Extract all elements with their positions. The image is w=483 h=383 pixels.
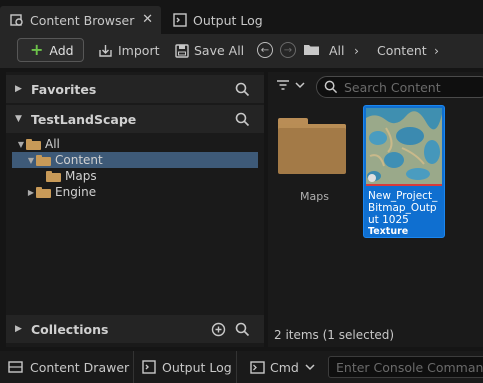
tab-content-browser[interactable]: Content Browser ✕ — [0, 6, 161, 34]
save-all-label: Save All — [194, 43, 245, 58]
item-count-status: 2 items (1 selected) — [274, 328, 395, 342]
cmd-dropdown[interactable]: Cmd — [250, 351, 316, 383]
tree-item-label: Maps — [65, 169, 97, 183]
filter-icon — [277, 80, 289, 90]
content-drawer-button[interactable]: Content Drawer — [8, 351, 129, 383]
filter-button[interactable] — [276, 79, 306, 91]
collections-header[interactable]: ▶ Collections — [6, 315, 264, 343]
add-label: Add — [49, 42, 74, 58]
tree-item-label: Engine — [55, 185, 97, 199]
tree-item-content[interactable]: ▼ Content — [12, 152, 258, 168]
folder-icon — [36, 186, 51, 198]
folder-icon — [278, 124, 346, 174]
search-icon — [324, 80, 338, 94]
console-placeholder: Enter Console Command — [336, 359, 483, 375]
output-log-button[interactable]: Output Log — [142, 351, 232, 383]
tab-output-log[interactable]: Output Log — [163, 6, 293, 34]
output-log-label: Output Log — [162, 359, 232, 375]
chevron-down-icon: ▼ — [15, 114, 22, 124]
close-tab-icon[interactable]: ✕ — [142, 12, 153, 27]
folder-open-icon — [36, 154, 51, 166]
tab-bar: Content Browser ✕ Output Log — [0, 0, 483, 36]
content-browser-icon — [10, 13, 24, 27]
content-drawer-label: Content Drawer — [30, 359, 130, 375]
project-title: TestLandScape — [31, 111, 137, 127]
search-icon[interactable] — [235, 322, 250, 340]
plus-icon: + — [30, 40, 44, 59]
asset-view-panel: Search Content Maps New_Project_Bitmap_O… — [268, 72, 483, 347]
import-button[interactable]: Import — [98, 43, 160, 58]
import-icon — [99, 44, 112, 57]
search-placeholder: Search Content — [344, 79, 441, 95]
chevron-right-icon: ▶ — [15, 324, 22, 334]
chevron-down-icon: ▼ — [17, 139, 25, 149]
import-label: Import — [118, 43, 160, 58]
content-drawer-icon — [8, 361, 23, 373]
chevron-down-icon — [295, 82, 305, 89]
search-icon[interactable] — [235, 82, 250, 100]
chevron-down-icon: ▼ — [27, 155, 35, 165]
forward-arrow-icon[interactable]: → — [280, 42, 296, 58]
back-arrow-icon[interactable]: ← — [257, 42, 273, 58]
chevron-right-icon: ▶ — [15, 84, 22, 94]
add-button[interactable]: + Add — [17, 38, 84, 62]
favorites-header[interactable]: ▶ Favorites — [6, 75, 264, 103]
project-header[interactable]: ▼ TestLandScape — [6, 105, 264, 133]
breadcrumb-separator-icon: › — [434, 43, 439, 58]
chevron-right-icon: ▶ — [27, 187, 35, 197]
folder-icon — [46, 170, 61, 182]
folder-open-icon — [26, 138, 41, 150]
breadcrumb-all[interactable]: All — [329, 43, 345, 58]
folder-icon — [303, 43, 325, 56]
folder-tree: ▼ All ▼ Content Maps ▶ Engine — [12, 134, 258, 309]
search-input[interactable]: Search Content — [316, 76, 483, 98]
texture-thumbnail — [366, 108, 442, 184]
favorites-title: Favorites — [31, 81, 97, 97]
save-icon — [175, 43, 189, 58]
folder-maps-label: Maps — [300, 190, 329, 203]
tree-item-engine[interactable]: ▶ Engine — [12, 184, 258, 200]
asset-type: Texture — [368, 226, 409, 237]
tab-label: Content Browser — [30, 12, 135, 28]
tree-item-label: All — [45, 137, 60, 151]
tab-label: Output Log — [193, 12, 263, 28]
status-bar: Content Drawer Output Log Cmd Enter Cons… — [0, 351, 483, 383]
tree-item-maps[interactable]: Maps — [12, 168, 258, 184]
cmd-label: Cmd — [270, 359, 299, 375]
search-icon[interactable] — [235, 112, 250, 130]
tree-item-label: Content — [55, 153, 103, 167]
sources-panel: ▶ Favorites ▼ TestLandScape ▼ All ▼ Cont… — [6, 72, 264, 347]
console-icon — [250, 360, 265, 374]
save-all-button[interactable]: Save All — [175, 43, 244, 58]
add-collection-icon[interactable] — [211, 322, 226, 340]
output-log-icon — [142, 360, 156, 374]
breadcrumb-content[interactable]: Content — [377, 43, 427, 58]
tree-item-all[interactable]: ▼ All — [12, 136, 258, 152]
console-command-input[interactable]: Enter Console Command — [328, 356, 483, 378]
chevron-down-icon — [305, 364, 315, 371]
folder-maps-tile[interactable] — [278, 118, 346, 174]
asset-tile-texture[interactable]: New_Project_Bitmap_Output 1025 Texture — [363, 105, 445, 238]
collections-title: Collections — [31, 321, 109, 337]
output-log-icon — [173, 13, 187, 27]
toolbar: + Add Import Save All ← → All › Content … — [0, 34, 483, 68]
breadcrumb-separator-icon: › — [354, 43, 359, 58]
asset-name: New_Project_Bitmap_Output 1025 — [368, 190, 438, 226]
